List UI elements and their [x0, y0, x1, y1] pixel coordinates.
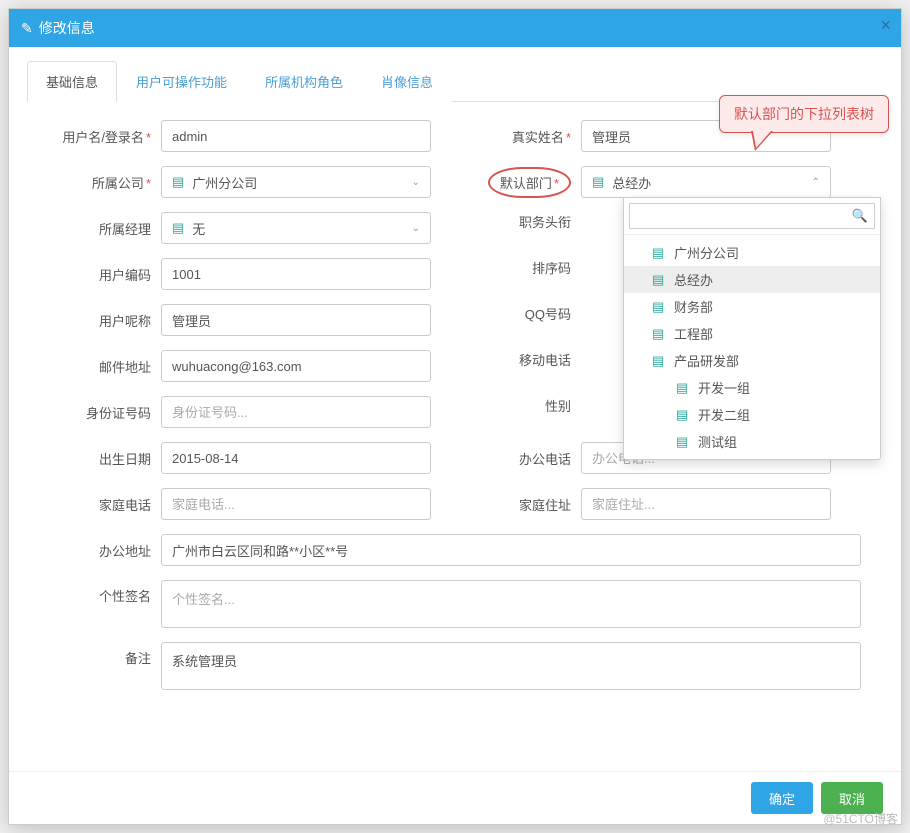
- modal-dialog: ✎ 修改信息 × 基础信息 用户可操作功能 所属机构角色 肖像信息 用户名/登录…: [8, 8, 902, 825]
- label-remark: 备注: [31, 642, 161, 667]
- document-icon: ▤: [676, 434, 690, 450]
- callout-text: 默认部门的下拉列表树: [719, 95, 889, 133]
- tree-item[interactable]: ▤开发一组: [624, 374, 880, 401]
- document-icon: ▤: [172, 220, 184, 236]
- label-default-dept: 默认部门*: [471, 167, 581, 198]
- modal-body: 基础信息 用户可操作功能 所属机构角色 肖像信息 用户名/登录名* 真实姓名* …: [9, 47, 901, 771]
- label-officephone: 办公电话: [471, 449, 581, 468]
- label-username: 用户名/登录名*: [31, 127, 161, 146]
- label-signature: 个性签名: [31, 580, 161, 605]
- label-sortcode: 排序码: [471, 258, 581, 277]
- remark-textarea[interactable]: [161, 642, 861, 690]
- document-icon: ▤: [652, 245, 666, 261]
- tree-item[interactable]: ▤广州分公司: [624, 239, 880, 266]
- birthdate-input[interactable]: [161, 442, 431, 474]
- watermark-text: @51CTO博客: [823, 810, 898, 827]
- modal-header: ✎ 修改信息 ×: [9, 9, 901, 47]
- tree-item[interactable]: ▤产品研发部: [624, 347, 880, 374]
- chevron-down-icon: ⌄: [412, 177, 420, 188]
- document-icon: ▤: [652, 299, 666, 315]
- signature-textarea[interactable]: [161, 580, 861, 628]
- company-select[interactable]: ▤ 广州分公司 ⌄: [161, 166, 431, 198]
- homephone-input[interactable]: [161, 488, 431, 520]
- dropdown-search-input[interactable]: [629, 203, 875, 229]
- search-icon: 🔍: [852, 208, 868, 224]
- label-gender: 性别: [471, 396, 581, 415]
- chevron-down-icon: ⌄: [412, 223, 420, 234]
- homeaddr-input[interactable]: [581, 488, 831, 520]
- document-icon: ▤: [652, 326, 666, 342]
- tree-item[interactable]: ▤财务部: [624, 293, 880, 320]
- nickname-input[interactable]: [161, 304, 431, 336]
- tree-item[interactable]: ▤工程部: [624, 320, 880, 347]
- ok-button[interactable]: 确定: [751, 782, 813, 814]
- officeaddr-input[interactable]: [161, 534, 861, 566]
- label-officeaddr: 办公地址: [31, 541, 161, 560]
- label-idcard: 身份证号码: [31, 403, 161, 422]
- document-icon: ▤: [676, 380, 690, 396]
- label-company: 所属公司*: [31, 173, 161, 192]
- chevron-up-icon: ⌃: [812, 177, 820, 188]
- tree-item[interactable]: ▤总经办: [624, 266, 880, 293]
- manager-select[interactable]: ▤ 无 ⌄: [161, 212, 431, 244]
- close-icon[interactable]: ×: [880, 15, 891, 36]
- label-homephone: 家庭电话: [31, 495, 161, 514]
- document-icon: ▤: [592, 174, 604, 190]
- tab-basic-info[interactable]: 基础信息: [27, 61, 117, 102]
- label-homeaddr: 家庭住址: [471, 495, 581, 514]
- edit-icon: ✎: [21, 20, 33, 37]
- label-nickname: 用户呢称: [31, 311, 161, 330]
- tree-list: ▤广州分公司 ▤总经办 ▤财务部 ▤工程部 ▤产品研发部 ▤开发一组 ▤开发二组…: [624, 235, 880, 459]
- document-icon: ▤: [652, 353, 666, 369]
- tab-portrait[interactable]: 肖像信息: [362, 61, 452, 102]
- dept-dropdown-tree: 🔍 ▤广州分公司 ▤总经办 ▤财务部 ▤工程部 ▤产品研发部 ▤开发一组 ▤开发…: [623, 197, 881, 460]
- usercode-input[interactable]: [161, 258, 431, 290]
- tree-item[interactable]: ▤测试组: [624, 428, 880, 455]
- tab-user-functions[interactable]: 用户可操作功能: [117, 61, 246, 102]
- dropdown-search-wrap: 🔍: [624, 198, 880, 235]
- callout-arrow-icon: [751, 131, 773, 151]
- username-input[interactable]: [161, 120, 431, 152]
- dept-select[interactable]: ▤ 总经办 ⌃: [581, 166, 831, 198]
- label-mobile: 移动电话: [471, 350, 581, 369]
- modal-footer: 确定 取消: [9, 771, 901, 824]
- annotation-callout: 默认部门的下拉列表树: [719, 95, 889, 133]
- label-realname: 真实姓名*: [471, 127, 581, 146]
- email-input[interactable]: [161, 350, 431, 382]
- idcard-input[interactable]: [161, 396, 431, 428]
- label-qq: QQ号码: [471, 304, 581, 323]
- tab-org-roles[interactable]: 所属机构角色: [246, 61, 362, 102]
- label-jobtitle: 职务头衔: [471, 212, 581, 231]
- modal-title: 修改信息: [39, 18, 95, 38]
- label-manager: 所属经理: [31, 219, 161, 238]
- document-icon: ▤: [676, 407, 690, 423]
- document-icon: ▤: [652, 272, 666, 288]
- label-usercode: 用户编码: [31, 265, 161, 284]
- label-email: 邮件地址: [31, 357, 161, 376]
- label-birthdate: 出生日期: [31, 449, 161, 468]
- tree-item[interactable]: ▤开发二组: [624, 401, 880, 428]
- document-icon: ▤: [172, 174, 184, 190]
